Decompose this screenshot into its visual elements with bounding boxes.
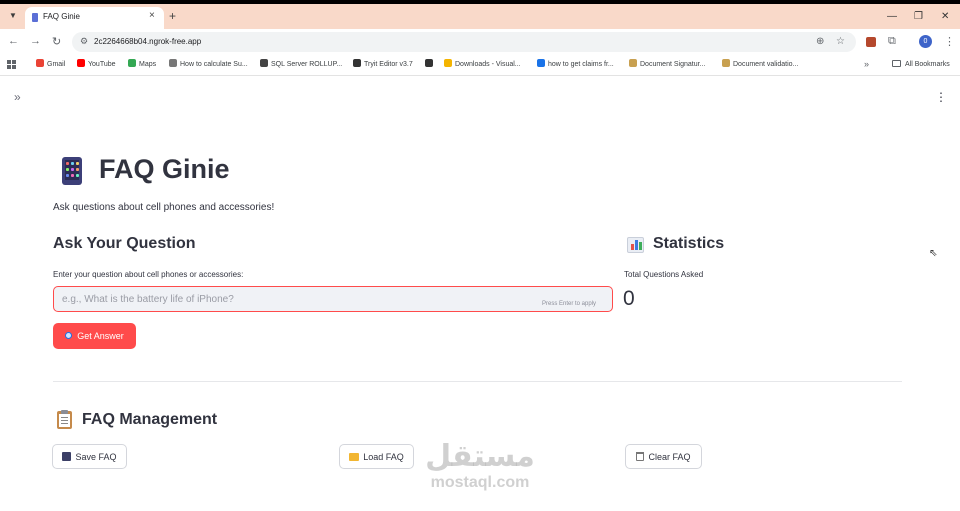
- all-bookmarks-link[interactable]: All Bookmarks: [892, 59, 950, 71]
- bookmark-item[interactable]: Gmail: [36, 59, 65, 71]
- save-faq-label: Save FAQ: [75, 451, 117, 462]
- restore-icon[interactable]: ❐: [914, 11, 923, 22]
- bookmark-label: Document Signatur...: [640, 61, 706, 68]
- bookmark-favicon-icon: [260, 59, 268, 67]
- question-input[interactable]: [53, 286, 613, 312]
- tab-close-icon[interactable]: ×: [149, 10, 155, 21]
- bookmark-favicon-icon: [444, 59, 452, 67]
- bookmark-label: how to get claims fr...: [548, 61, 614, 68]
- more-bookmarks-icon[interactable]: »: [864, 59, 869, 69]
- apps-grid-icon[interactable]: [7, 60, 16, 69]
- minimize-icon[interactable]: —: [887, 11, 897, 22]
- bookmark-favicon-icon: [425, 59, 433, 67]
- bookmark-favicon-icon: [353, 59, 361, 67]
- reload-icon[interactable]: ↻: [52, 35, 61, 48]
- load-faq-label: Load FAQ: [363, 451, 404, 462]
- tab-search-icon[interactable]: ▼: [6, 9, 20, 23]
- bookmark-favicon-icon: [629, 59, 637, 67]
- bookmark-favicon-icon: [36, 59, 44, 67]
- bookmark-label: YouTube: [88, 61, 116, 68]
- mobile-phone-icon: [62, 157, 82, 185]
- get-answer-button[interactable]: Get Answer: [53, 323, 136, 349]
- enter-hint: Press Enter to apply: [542, 301, 597, 307]
- bookmark-item[interactable]: How to calculate Su...: [169, 59, 248, 71]
- statistics-heading: Statistics: [653, 235, 725, 252]
- watermark-latin: mostaql.com: [430, 474, 530, 491]
- bookmark-label: Document validatio...: [733, 61, 799, 68]
- watermark: مستقل mostaql.com: [420, 440, 540, 492]
- tab-favicon-icon: [32, 13, 38, 22]
- browser-tab-active[interactable]: FAQ Ginie ×: [25, 7, 164, 29]
- bookmark-label: Maps: [139, 61, 157, 68]
- folder-icon: [892, 60, 901, 67]
- ask-question-heading: Ask Your Question: [53, 235, 196, 252]
- section-divider: [53, 381, 902, 382]
- bookmark-favicon-icon: [537, 59, 545, 67]
- sidebar-expand-icon[interactable]: »: [14, 90, 21, 104]
- site-info-icon[interactable]: ⚙: [80, 36, 88, 47]
- watermark-arabic: مستقل: [425, 439, 535, 474]
- bookmark-favicon-icon: [77, 59, 85, 67]
- window-close-icon[interactable]: ✕: [941, 11, 949, 22]
- mouse-cursor-icon: ⇖: [929, 248, 938, 259]
- bookmarks-bar: Gmail YouTube Maps How to calculate Su... SQ…: [0, 54, 960, 76]
- bookmark-item[interactable]: how to get claims fr...: [537, 59, 614, 71]
- zoom-icon[interactable]: ⊕: [816, 36, 824, 47]
- all-bookmarks-label: All Bookmarks: [905, 61, 950, 68]
- extensions-puzzle-icon[interactable]: ⧉: [888, 35, 896, 48]
- bookmark-label: Gmail: [47, 61, 66, 68]
- bookmark-item[interactable]: YouTube: [77, 59, 116, 71]
- bookmark-item[interactable]: Document validatio...: [722, 59, 798, 71]
- clear-faq-button[interactable]: Clear FAQ: [625, 444, 702, 469]
- metric-value: 0: [623, 287, 635, 310]
- bookmark-label: Tryit Editor v3.7: [364, 61, 413, 68]
- bookmark-item[interactable]: SQL Server ROLLUP...: [260, 59, 342, 71]
- page-title: FAQ Ginie: [99, 154, 230, 184]
- bookmark-item[interactable]: Maps: [128, 59, 156, 71]
- bookmark-favicon-icon: [169, 59, 177, 67]
- forward-icon[interactable]: →: [30, 35, 41, 47]
- folder-open-icon: [349, 452, 360, 461]
- metric-label: Total Questions Asked: [624, 270, 704, 279]
- bookmark-item[interactable]: Tryit Editor v3.7: [353, 59, 413, 71]
- bookmark-star-icon[interactable]: ☆: [836, 36, 845, 47]
- clear-faq-label: Clear FAQ: [648, 451, 691, 462]
- save-faq-button[interactable]: Save FAQ: [52, 444, 127, 469]
- bookmark-favicon-icon: [128, 59, 136, 67]
- bookmark-item[interactable]: Downloads - Visual...: [444, 59, 521, 71]
- bookmark-item[interactable]: Document Signatur...: [629, 59, 705, 71]
- magnifier-icon: [65, 332, 73, 339]
- page-caption: Ask questions about cell phones and acce…: [53, 202, 275, 213]
- trash-icon: [636, 451, 645, 461]
- omnibox[interactable]: ⚙ 2c2264668b04.ngrok-free.app ⊕ ☆: [72, 32, 856, 52]
- tab-title: FAQ Ginie: [43, 12, 80, 21]
- get-answer-label: Get Answer: [77, 331, 124, 341]
- bookmark-label: SQL Server ROLLUP...: [271, 61, 343, 68]
- browser-menu-icon[interactable]: ⋮: [944, 35, 955, 48]
- bookmark-label: How to calculate Su...: [180, 61, 248, 68]
- url-text[interactable]: 2c2264668b04.ngrok-free.app: [94, 37, 201, 46]
- question-field-label: Enter your question about cell phones or…: [53, 270, 244, 279]
- profile-avatar[interactable]: 0: [919, 35, 932, 48]
- tab-strip: ▼ FAQ Ginie × + — ❐ ✕: [0, 4, 960, 29]
- address-bar: ← → ↻ ⚙ 2c2264668b04.ngrok-free.app ⊕ ☆ …: [0, 29, 960, 54]
- bar-chart-icon: [627, 237, 644, 253]
- app-menu-icon[interactable]: ⋮: [935, 90, 947, 104]
- clipboard-icon: [57, 410, 72, 429]
- floppy-disk-icon: [62, 451, 72, 461]
- bookmark-label: Downloads - Visual...: [455, 61, 521, 68]
- back-icon[interactable]: ←: [8, 35, 19, 47]
- faq-management-heading: FAQ Management: [82, 411, 218, 428]
- new-tab-button[interactable]: +: [169, 10, 176, 22]
- bookmark-item[interactable]: [425, 59, 436, 71]
- load-faq-button[interactable]: Load FAQ: [339, 444, 414, 469]
- bookmark-favicon-icon: [722, 59, 730, 67]
- extension-icon[interactable]: [866, 37, 876, 47]
